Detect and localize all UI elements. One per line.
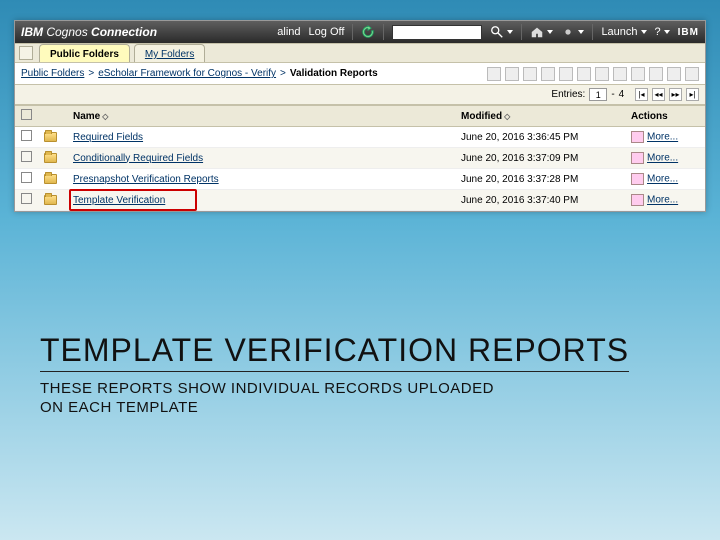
refresh-button[interactable]: [361, 25, 375, 39]
folder-icon: [44, 132, 57, 142]
help-menu[interactable]: ?: [655, 26, 670, 38]
launch-menu[interactable]: Launch: [601, 26, 646, 38]
separator: [383, 24, 384, 40]
properties-icon[interactable]: [577, 67, 591, 81]
column-header-name[interactable]: Name◇: [67, 106, 455, 127]
delete-icon[interactable]: [649, 67, 663, 81]
slide-text-block: TEMPLATE VERIFICATION REPORTS THESE REPO…: [40, 332, 680, 418]
row-name-link[interactable]: Presnapshot Verification Reports: [73, 174, 219, 185]
row-modified: June 20, 2016 3:37:40 PM: [455, 190, 625, 211]
refresh-icon: [361, 25, 375, 39]
page-next-button[interactable]: ▸▸: [669, 88, 682, 101]
report-table: Name◇ Modified◇ Actions Required Fields J…: [15, 105, 705, 211]
breadcrumb-separator: >: [88, 68, 94, 79]
separator: [352, 24, 353, 40]
view-list-icon[interactable]: [487, 67, 501, 81]
sort-icon: ◇: [504, 112, 510, 121]
breadcrumb-current: Validation Reports: [290, 68, 378, 79]
search-input[interactable]: [392, 25, 482, 40]
row-name-link[interactable]: Conditionally Required Fields: [73, 153, 203, 164]
row-checkbox[interactable]: [21, 151, 32, 162]
search-button[interactable]: [490, 25, 513, 39]
breadcrumb-link-root[interactable]: Public Folders: [21, 68, 84, 79]
row-more-link[interactable]: More...: [647, 153, 678, 164]
tab-config-button[interactable]: [19, 46, 33, 60]
column-header-modified[interactable]: Modified◇: [455, 106, 625, 127]
new-folder-icon[interactable]: [523, 67, 537, 81]
breadcrumb: Public Folders > eScholar Framework for …: [21, 68, 487, 79]
new-job-icon[interactable]: [541, 67, 555, 81]
chevron-down-icon: [664, 30, 670, 34]
logoff-link[interactable]: Log Off: [309, 26, 345, 38]
entries-to: 4: [619, 89, 625, 100]
paste-icon[interactable]: [631, 67, 645, 81]
slide-title: TEMPLATE VERIFICATION REPORTS: [40, 332, 629, 372]
folder-icon: [44, 174, 57, 184]
row-checkbox[interactable]: [21, 130, 32, 141]
row-checkbox[interactable]: [21, 193, 32, 204]
row-more-link[interactable]: More...: [647, 174, 678, 185]
ibm-logo: IBM: [678, 27, 699, 38]
table-row: Presnapshot Verification Reports June 20,…: [15, 169, 705, 190]
row-modified: June 20, 2016 3:37:28 PM: [455, 169, 625, 190]
cognos-window: IBM Cognos Connection alind Log Off Laun…: [14, 20, 706, 212]
chevron-down-icon: [641, 30, 647, 34]
entries-label: Entries:: [551, 89, 585, 100]
row-modified: June 20, 2016 3:36:45 PM: [455, 127, 625, 148]
separator: [592, 24, 593, 40]
tools-button[interactable]: [561, 25, 584, 39]
table-row: Required Fields June 20, 2016 3:36:45 PM M…: [15, 127, 705, 148]
sort-icon: ◇: [102, 112, 108, 121]
page-last-button[interactable]: ▸|: [686, 88, 699, 101]
folder-icon: [44, 153, 57, 163]
username-label: alind: [277, 26, 300, 38]
table-row: Template Verification June 20, 2016 3:37:…: [15, 190, 705, 211]
copy-icon[interactable]: [613, 67, 627, 81]
table-row: Conditionally Required Fields June 20, 20…: [15, 148, 705, 169]
entries-from-input[interactable]: [589, 88, 607, 101]
breadcrumb-row: Public Folders > eScholar Framework for …: [15, 63, 705, 85]
toolbar: [487, 67, 699, 81]
slide-subtitle: THESE REPORTS SHOW INDIVIDUAL RECORDS UP…: [40, 380, 500, 418]
properties-icon[interactable]: [631, 194, 644, 206]
tab-public-folders[interactable]: Public Folders: [39, 44, 130, 62]
separator: [521, 24, 522, 40]
chevron-down-icon: [547, 30, 553, 34]
row-name-link[interactable]: Template Verification: [73, 195, 165, 206]
select-all-checkbox[interactable]: [21, 109, 32, 120]
brand-label: IBM Cognos Connection: [21, 25, 157, 39]
new-url-icon[interactable]: [559, 67, 573, 81]
page-first-button[interactable]: |◂: [635, 88, 648, 101]
folder-icon: [44, 195, 57, 205]
breadcrumb-link-mid[interactable]: eScholar Framework for Cognos - Verify: [98, 68, 276, 79]
row-checkbox[interactable]: [21, 172, 32, 183]
home-button[interactable]: [530, 25, 553, 39]
properties-icon[interactable]: [631, 131, 644, 143]
order-icon[interactable]: [667, 67, 681, 81]
breadcrumb-separator: >: [280, 68, 286, 79]
more-tools-icon[interactable]: [685, 67, 699, 81]
row-more-link[interactable]: More...: [647, 132, 678, 143]
properties-icon[interactable]: [631, 173, 644, 185]
row-more-link[interactable]: More...: [647, 195, 678, 206]
cut-icon[interactable]: [595, 67, 609, 81]
chevron-down-icon: [578, 30, 584, 34]
tab-strip: Public Folders My Folders: [15, 43, 705, 63]
view-detail-icon[interactable]: [505, 67, 519, 81]
entries-row: Entries: - 4 |◂ ◂◂ ▸▸ ▸|: [15, 85, 705, 105]
properties-icon[interactable]: [631, 152, 644, 164]
tab-my-folders[interactable]: My Folders: [134, 44, 205, 62]
row-name-link[interactable]: Required Fields: [73, 132, 143, 143]
search-icon: [490, 25, 504, 39]
entries-dash: -: [611, 89, 614, 100]
column-header-actions: Actions: [625, 106, 705, 127]
page-prev-button[interactable]: ◂◂: [652, 88, 665, 101]
gear-icon: [561, 25, 575, 39]
row-modified: June 20, 2016 3:37:09 PM: [455, 148, 625, 169]
chevron-down-icon: [507, 30, 513, 34]
home-icon: [530, 25, 544, 39]
top-bar: IBM Cognos Connection alind Log Off Laun…: [15, 21, 705, 43]
